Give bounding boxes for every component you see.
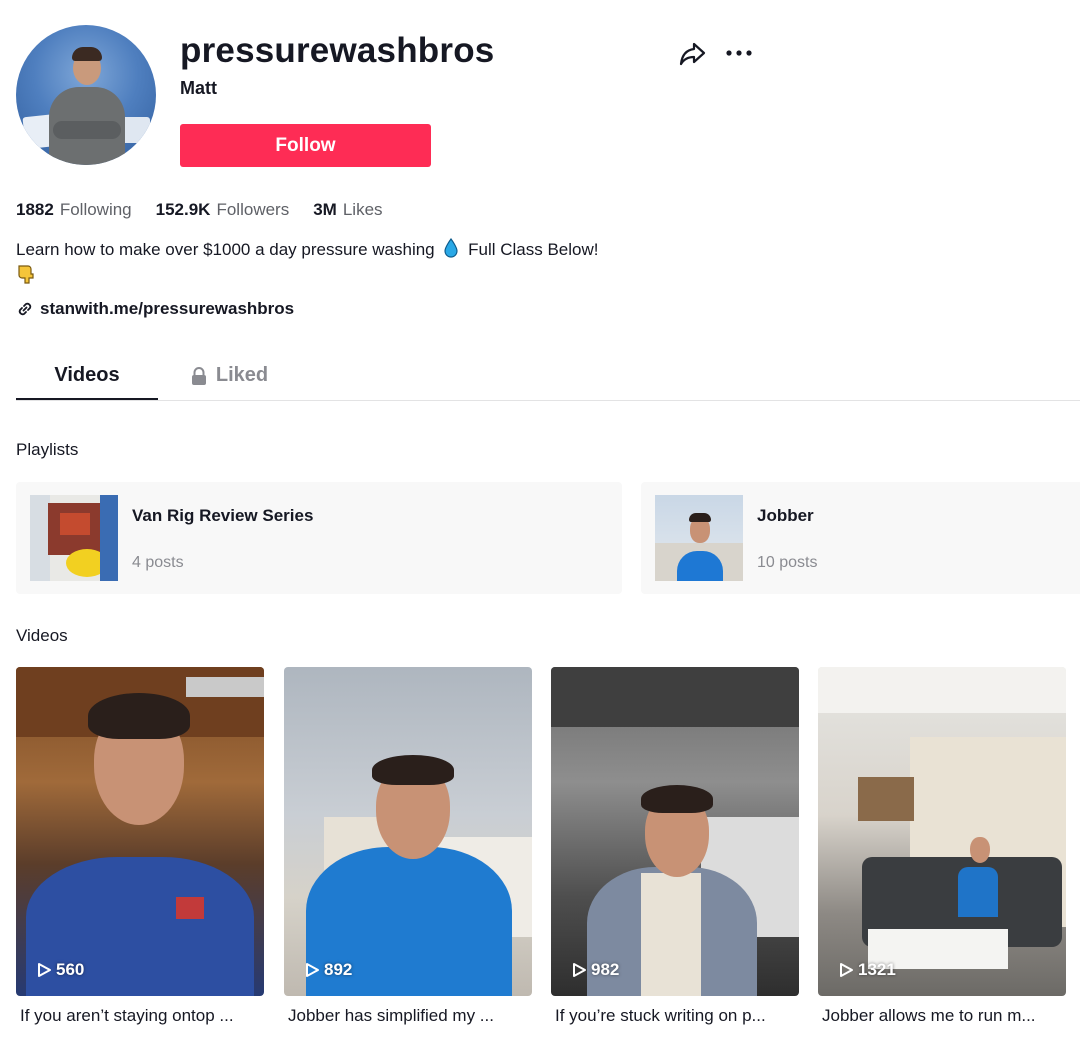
playlist-count: 10 posts [757,554,818,571]
view-count: 1321 [838,960,896,980]
lock-icon [191,366,206,385]
droplet-icon [444,238,458,258]
tab-liked[interactable]: Liked [158,352,300,399]
play-icon [573,963,586,977]
follow-button[interactable]: Follow [180,124,431,167]
profile-stats: 1882 Following 152.9K Followers 3M Likes [16,200,383,220]
link-icon [18,302,32,316]
share-icon[interactable] [678,39,706,67]
video-caption[interactable]: Jobber allows me to run m... [818,1006,1066,1026]
tab-videos[interactable]: Videos [16,352,158,400]
playlist-count: 4 posts [132,554,184,571]
profile-link[interactable]: stanwith.me/pressurewashbros [16,299,294,319]
username-title: pressurewashbros [180,31,495,70]
profile-tabs: Videos Liked [16,352,1080,401]
pointing-down-icon [18,265,34,284]
video-card[interactable]: 560 [16,667,264,996]
playlist-card[interactable]: Van Rig Review Series 4 posts [16,482,622,594]
video-caption[interactable]: If you’re stuck writing on p... [551,1006,799,1026]
following-stat[interactable]: 1882 Following [16,200,132,220]
play-icon [38,963,51,977]
playlist-name: Van Rig Review Series [132,506,314,525]
videos-heading: Videos [16,626,68,645]
avatar[interactable] [16,25,156,165]
play-icon [840,963,853,977]
play-icon [306,963,319,977]
nickname: Matt [180,78,217,98]
video-caption[interactable]: Jobber has simplified my ... [284,1006,532,1026]
view-count: 892 [304,960,352,980]
bio-text-b: Full Class Below! [468,240,599,259]
playlist-thumbnail [655,495,743,581]
more-icon[interactable] [724,39,754,67]
playlist-name: Jobber [757,506,814,525]
view-count: 560 [36,960,84,980]
bio-text-a: Learn how to make over $1000 a day press… [16,240,435,259]
profile-link-text: stanwith.me/pressurewashbros [40,299,295,318]
video-caption[interactable]: If you aren’t staying ontop ... [16,1006,264,1026]
likes-stat: 3M Likes [313,200,383,219]
video-card[interactable]: 892 [284,667,532,996]
view-count: 982 [571,960,619,980]
playlists-heading: Playlists [16,440,79,459]
video-card[interactable]: 1321 [818,667,1066,996]
video-card[interactable]: 982 [551,667,799,996]
bio: Learn how to make over $1000 a day press… [16,238,716,285]
playlist-card[interactable]: Jobber 10 posts [641,482,1080,594]
playlist-thumbnail [30,495,118,581]
followers-stat[interactable]: 152.9K Followers [156,200,290,220]
